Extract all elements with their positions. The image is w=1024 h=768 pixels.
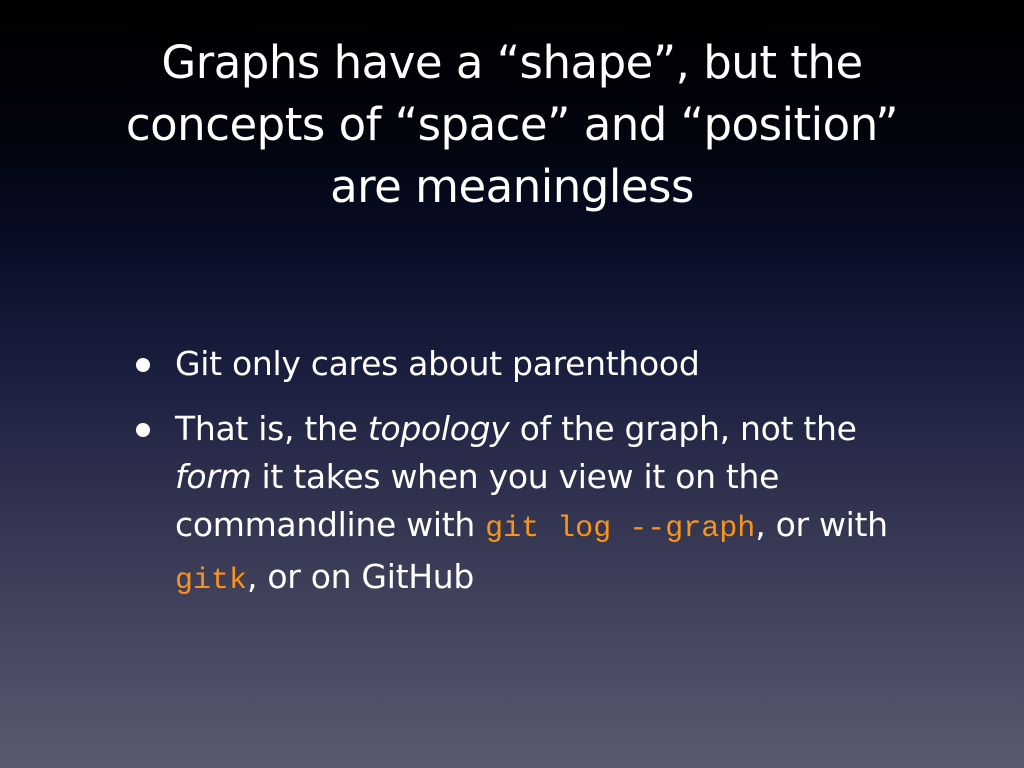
bullet-text: That is, the [175, 409, 368, 448]
bullet-text: Git only cares about parenthood [175, 344, 700, 383]
slide-title: Graphs have a “shape”, but the concepts … [80, 32, 944, 218]
bullet-item: That is, the topology of the graph, not … [124, 405, 904, 605]
emphasis-text: form [175, 457, 252, 496]
bullet-text: , or on GitHub [247, 557, 474, 596]
bullet-dot-icon [136, 423, 150, 437]
bullet-list: Git only cares about parenthood That is,… [124, 340, 904, 622]
slide-title-line: Graphs have a “shape”, but the [161, 36, 863, 89]
emphasis-text: topology [367, 409, 510, 448]
slide-title-line: concepts of “space” and “position” [125, 98, 899, 151]
bullet-item: Git only cares about parenthood [124, 340, 904, 388]
bullet-text: of the graph, not the [509, 409, 857, 448]
code-snippet: gitk [175, 564, 248, 598]
bullet-text: , or with [755, 505, 888, 544]
slide-title-line: are meaningless [330, 160, 694, 213]
bullet-dot-icon [136, 358, 150, 372]
code-snippet: git log --graph [485, 512, 756, 546]
slide: Graphs have a “shape”, but the concepts … [0, 0, 1024, 768]
